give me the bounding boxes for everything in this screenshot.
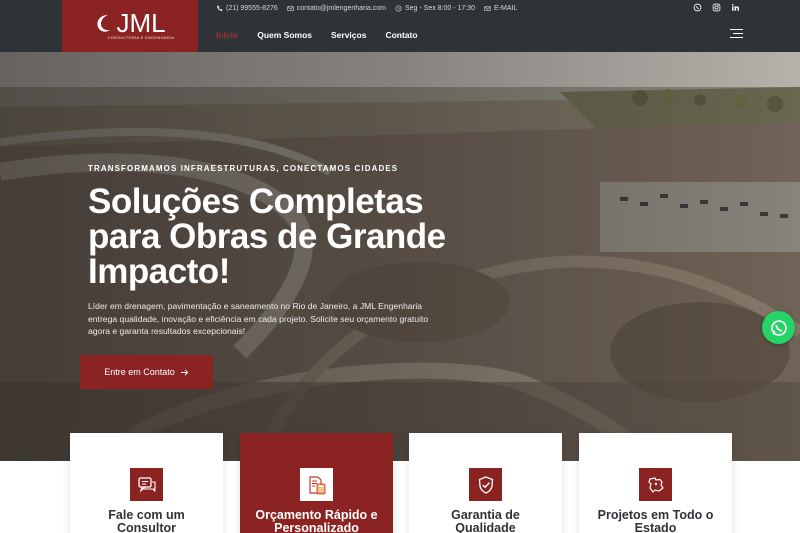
map-icon xyxy=(639,468,672,501)
linkedin-icon[interactable] xyxy=(731,3,740,12)
social-links xyxy=(693,3,740,12)
nav-item-inicio[interactable]: Início xyxy=(216,30,238,40)
card-title: Projetos em Todo o Estado xyxy=(597,508,714,533)
nav-item-contato[interactable]: Contato xyxy=(385,30,417,40)
card-consultor[interactable]: Fale com um Consultor xyxy=(70,433,223,533)
logo-swirl-icon xyxy=(97,15,111,32)
email-link-text: E-MAIL xyxy=(494,4,518,12)
main-nav: Início Quem Somos Serviços Contato xyxy=(216,30,418,40)
logo[interactable]: JML CONSULTORIA E ENGENHARIA xyxy=(62,0,198,52)
whatsapp-icon[interactable] xyxy=(693,3,702,12)
logo-subtitle: CONSULTORIA E ENGENHARIA xyxy=(107,35,175,40)
clock-icon xyxy=(395,5,402,11)
arrow-right-icon xyxy=(180,368,189,376)
envelope-icon xyxy=(484,5,491,11)
card-garantia[interactable]: Garantia de Qualidade xyxy=(409,433,562,533)
cta-label: Entre em Contato xyxy=(104,367,175,377)
hours-text: Seg - Sex 8:00 - 17:30 xyxy=(404,4,476,12)
phone-icon xyxy=(217,5,223,11)
whatsapp-icon xyxy=(770,319,787,336)
email-text: contato@jmlengenharia.com xyxy=(296,4,386,12)
whatsapp-float-button[interactable] xyxy=(762,311,795,344)
card-projetos[interactable]: Projetos em Todo o Estado xyxy=(579,433,732,533)
card-title: Orçamento Rápido e Personalizado xyxy=(255,508,378,533)
topbar-email[interactable]: contato@jmlengenharia.com xyxy=(287,5,386,12)
shield-check-icon xyxy=(469,468,502,501)
site-header: JML CONSULTORIA E ENGENHARIA (21) 99555-… xyxy=(0,0,800,52)
card-title: Garantia de Qualidade xyxy=(451,508,520,533)
phone-text: (21) 99555-8276 xyxy=(226,4,278,12)
nav-item-quem-somos[interactable]: Quem Somos xyxy=(257,30,312,40)
contact-cta-button[interactable]: Entre em Contato xyxy=(80,355,213,389)
envelope-icon xyxy=(287,5,294,11)
topbar-hours: Seg - Sex 8:00 - 17:30 xyxy=(395,5,475,12)
chat-icon xyxy=(130,468,163,501)
card-title: Fale com um Consultor xyxy=(108,508,185,533)
topbar-email-link[interactable]: E-MAIL xyxy=(484,5,517,12)
topbar: (21) 99555-8276 contato@jmlengenharia.co… xyxy=(216,2,517,14)
hero-headline: Soluções Completas para Obras de Grande … xyxy=(88,182,446,291)
logo-text: JML xyxy=(116,8,166,38)
menu-icon[interactable] xyxy=(730,29,743,38)
topbar-phone[interactable]: (21) 99555-8276 xyxy=(216,5,278,12)
hero-description: Líder em drenagem, pavimentação e saneam… xyxy=(88,301,429,336)
document-calculator-icon xyxy=(300,468,333,501)
hero-eyebrow: TRANSFORMAMOS INFRAESTRUTURAS, CONECTAMO… xyxy=(88,164,399,173)
card-orcamento[interactable]: Orçamento Rápido e Personalizado xyxy=(240,433,393,533)
instagram-icon[interactable] xyxy=(712,3,721,12)
nav-item-servicos[interactable]: Serviços xyxy=(331,30,366,40)
